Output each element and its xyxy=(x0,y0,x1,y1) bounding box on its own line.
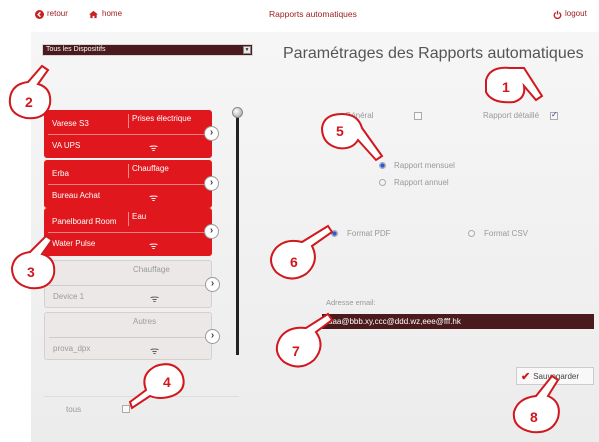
chevron-right-icon[interactable]: › xyxy=(204,126,219,141)
dropdown-arrow-icon[interactable]: ▼ xyxy=(243,46,251,54)
callout-pointer-3: 3 xyxy=(10,234,56,290)
device-type: Chauffage xyxy=(133,265,170,274)
home-icon xyxy=(89,10,98,18)
home-link[interactable]: home xyxy=(88,8,122,20)
device-subname: VA UPS xyxy=(52,141,81,150)
divider xyxy=(48,134,208,135)
csv-radio[interactable] xyxy=(468,230,475,237)
back-arrow-icon xyxy=(35,9,44,19)
device-card[interactable]: Erba Chauffage Bureau Achat ᯤ › xyxy=(44,160,219,208)
annual-radio[interactable] xyxy=(379,179,386,186)
divider xyxy=(128,212,129,226)
device-type: Eau xyxy=(132,212,147,221)
callout-pointer-8: 8 xyxy=(512,374,560,434)
power-icon xyxy=(553,10,562,19)
chevron-right-icon[interactable]: › xyxy=(205,329,220,344)
home-label: home xyxy=(102,9,123,18)
device-filter-value: Tous les Dispositifs xyxy=(46,46,106,53)
device-list-scrollbar[interactable] xyxy=(236,115,239,355)
top-bar: retour home Rapports automatiques logout xyxy=(31,8,599,30)
divider xyxy=(49,285,209,286)
divider xyxy=(128,164,129,178)
scrollbar-handle[interactable] xyxy=(232,107,243,118)
device-subname: Bureau Achat xyxy=(52,191,101,200)
chevron-right-icon[interactable]: › xyxy=(205,277,220,292)
callout-pointer-4: 4 xyxy=(128,363,185,410)
email-field[interactable]: aaa@bbb.xy,ccc@ddd.wz,eee@fff.hk xyxy=(322,314,594,329)
pdf-label: Format PDF xyxy=(347,229,391,238)
divider xyxy=(49,337,209,338)
annual-label: Rapport annuel xyxy=(394,178,449,187)
window-title: Rapports automatiques xyxy=(269,9,357,19)
callout-pointer-2: 2 xyxy=(8,64,52,120)
wifi-icon: ᯤ xyxy=(150,294,160,305)
callout-number: 3 xyxy=(27,264,35,280)
device-type: Chauffage xyxy=(132,164,169,173)
callout-number: 7 xyxy=(292,343,300,359)
general-checkbox[interactable] xyxy=(414,112,422,120)
chevron-right-icon[interactable]: › xyxy=(204,224,219,239)
device-type: Prises électrique xyxy=(132,114,192,123)
device-subname: prova_dpx xyxy=(53,344,91,353)
callout-number: 8 xyxy=(530,409,538,425)
device-name: Erba xyxy=(52,169,69,178)
wifi-icon: ᯤ xyxy=(149,143,159,154)
device-name: Panelboard Room xyxy=(52,217,117,226)
callout-number: 5 xyxy=(336,123,344,139)
divider xyxy=(128,114,129,128)
callout-number: 1 xyxy=(502,79,510,95)
detailed-checkbox[interactable] xyxy=(550,110,558,120)
device-card[interactable]: Autres prova_dpx ᯤ › xyxy=(44,312,220,360)
monthly-label: Rapport mensuel xyxy=(394,161,455,170)
callout-number: 6 xyxy=(290,254,298,270)
logout-link[interactable]: logout xyxy=(553,8,587,20)
wifi-icon: ᯤ xyxy=(149,241,159,252)
back-label: retour xyxy=(47,9,68,18)
detailed-label: Rapport détaillé xyxy=(483,111,540,120)
wifi-icon: ᯤ xyxy=(149,193,159,204)
logout-label: logout xyxy=(565,9,587,18)
callout-pointer-5: 5 xyxy=(320,112,384,162)
device-type: Autres xyxy=(133,317,157,326)
device-card[interactable]: Chauffage Device 1 ᯤ › xyxy=(44,260,220,308)
divider xyxy=(48,232,208,233)
callout-number: 4 xyxy=(163,374,171,390)
callout-pointer-1: 1 xyxy=(485,66,544,104)
wifi-icon: ᯤ xyxy=(150,346,160,357)
chevron-right-icon[interactable]: › xyxy=(204,176,219,191)
device-filter-select[interactable]: Tous les Dispositifs ▼ xyxy=(42,44,253,56)
csv-label: Format CSV xyxy=(484,229,529,238)
callout-pointer-6: 6 xyxy=(270,224,334,280)
email-label: Adresse email: xyxy=(326,298,376,307)
select-all-label: tous xyxy=(66,405,82,414)
divider xyxy=(48,184,208,185)
callout-pointer-7: 7 xyxy=(275,312,334,368)
callout-number: 2 xyxy=(25,94,33,110)
back-link[interactable]: retour xyxy=(35,8,68,20)
device-card[interactable]: Varese S3 Prises électrique VA UPS ᯤ › xyxy=(44,110,219,158)
device-card[interactable]: Panelboard Room Eau Water Pulse ᯤ › xyxy=(44,208,219,256)
